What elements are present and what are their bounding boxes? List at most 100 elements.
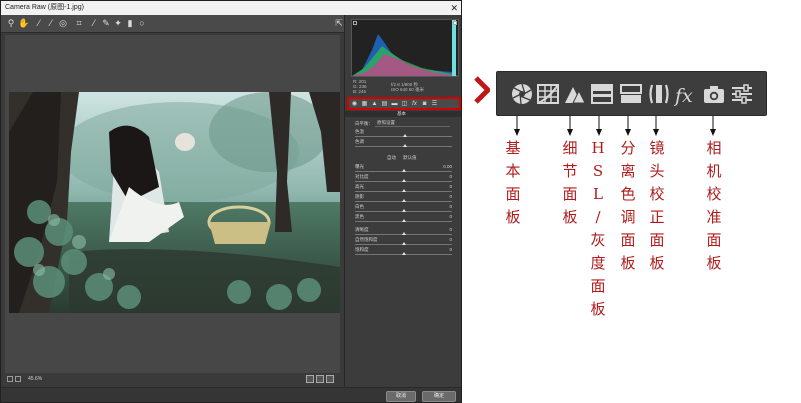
spot-removal-tool-icon[interactable]: ✎ [101,18,111,29]
slider-value[interactable]: 0 [449,227,452,232]
wb-label: 白平衡： [355,121,373,126]
histogram [351,19,459,77]
slider-label: 色调 [355,139,364,144]
slider-thumb[interactable] [401,252,406,255]
color-sampler-tool-icon[interactable]: ⁄ [46,18,56,29]
tab-lens-corrections[interactable]: ◫ [400,100,409,108]
before-after-y-icon[interactable] [306,375,314,383]
label-char: 板 [590,300,606,318]
status-bar: 45.6% [1,373,346,387]
slider-value[interactable]: 0 [449,174,452,179]
pointer-arrow-basic [514,116,520,136]
tab-detail[interactable]: ▲ [370,100,379,108]
targeted-adjustment-tool-icon[interactable]: ◎ [58,18,68,29]
tab-tone-curve[interactable]: ▦ [360,100,369,108]
label-char: 面 [590,277,606,295]
slider-value[interactable]: 0 [449,214,452,219]
default-link[interactable]: 默认值 [403,155,417,161]
adjustment-brush-icon[interactable]: ▮ [125,18,135,29]
white-balance-tool-icon[interactable]: ⁄ [34,18,44,29]
svg-text:fx: fx [673,85,693,107]
hand-tool-icon[interactable]: ✋ [18,18,29,29]
slider-thumb[interactable] [401,242,406,245]
presets-sliders-icon[interactable] [729,81,755,107]
slider-thumb[interactable] [401,169,406,172]
zoom-tool-icon[interactable]: ⚲ [6,18,16,29]
rgb-readout-b: B: 245 [353,89,367,94]
label-char: / [595,208,601,226]
label-char: 面 [562,185,578,203]
slider-label: 高光 [355,184,364,189]
slider-thumb[interactable] [401,179,406,182]
crop-tool-icon[interactable]: ⌗ [74,18,84,29]
slider-value[interactable]: 0.00 [443,164,452,169]
wb-select[interactable]: 原照设置 [375,120,450,127]
title-bar: Camera Raw (原图-1.jpg) ✕ [1,1,461,15]
tab-presets[interactable]: ☰ [430,100,439,108]
label-split-toning-panel: 分离色调面板 [619,137,637,275]
slider-value[interactable]: 0 [449,184,452,189]
slider-thumb[interactable] [403,134,408,137]
label-char: 板 [562,208,578,226]
zoom-level[interactable]: 45.6% [28,376,42,382]
label-char: 分 [620,139,636,157]
label-char: 基 [505,139,521,157]
tab-basic[interactable]: ◉ [350,100,359,108]
split-toning-icon[interactable] [618,81,644,107]
label-char: H [591,139,605,157]
cancel-button[interactable]: 取消 [386,391,416,402]
zoom-in-icon[interactable] [15,376,21,382]
tone-curve-icon[interactable] [535,81,561,107]
slider-thumb[interactable] [403,144,408,147]
slider-thumb[interactable] [401,232,406,235]
pointer-arrow-detail [567,116,573,136]
tab-effects[interactable]: fx [410,100,419,108]
lens-corrections-icon[interactable] [646,81,672,107]
auto-link[interactable]: 自动 [387,155,396,161]
fx-effects-icon[interactable]: fx [673,81,699,107]
radial-filter-icon[interactable]: ○ [137,18,147,29]
slider-label: 自然饱和度 [355,237,378,242]
red-eye-tool-icon[interactable]: ✦ [113,18,123,29]
label-basic-panel: 基本面板 [504,137,522,229]
close-icon[interactable]: ✕ [450,1,458,15]
tab-camera-calibration[interactable]: ◙ [420,100,429,108]
slider-value[interactable]: 0 [449,237,452,242]
detail-triangles-icon[interactable] [561,81,587,107]
slider-label: 对比度 [355,174,369,179]
zoom-out-icon[interactable] [7,376,13,382]
highlight-clipping-icon[interactable] [453,21,457,25]
chevron-right-icon [474,76,490,104]
slider-value[interactable]: 0 [449,247,452,252]
label-char: 面 [620,231,636,249]
slider-thumb[interactable] [401,209,406,212]
panel-tab-bar: ◉ ▦ ▲ ▤ ▬ ◫ fx ◙ ☰ [347,97,461,110]
slider-label: 阴影 [355,194,364,199]
straighten-tool-icon[interactable]: ⁄ [89,18,99,29]
shadow-clipping-icon[interactable] [353,21,357,25]
camera-calibration-icon[interactable] [701,81,727,107]
panel-icon-bar-zoomed: fx [496,71,767,116]
tab-split-toning[interactable]: ▬ [390,100,399,108]
slider-thumb[interactable] [401,199,406,202]
copy-settings-icon[interactable] [326,375,334,383]
slider-value[interactable]: 0 [449,204,452,209]
ok-button[interactable]: 确定 [422,391,456,402]
label-char: 板 [505,208,521,226]
tab-hsl[interactable]: ▤ [380,100,389,108]
slider-value[interactable]: 0 [449,194,452,199]
pointer-arrow-camera-calibration [710,116,716,136]
label-char: 面 [706,231,722,249]
aperture-icon[interactable] [509,81,535,107]
photo-preview[interactable] [9,92,340,313]
label-char: 准 [706,208,722,226]
label-char: 灰 [590,231,606,249]
swap-icon[interactable] [316,375,324,383]
slider-thumb[interactable] [401,219,406,222]
slider-row: 黑色 0 [345,214,461,226]
label-lens-corrections-panel: 镜头校正面板 [648,137,666,275]
open-preferences-icon[interactable]: ⇱ [334,18,344,29]
slider-thumb[interactable] [401,189,406,192]
pointer-arrow-hsl [596,116,602,136]
hsl-icon[interactable] [589,81,615,107]
